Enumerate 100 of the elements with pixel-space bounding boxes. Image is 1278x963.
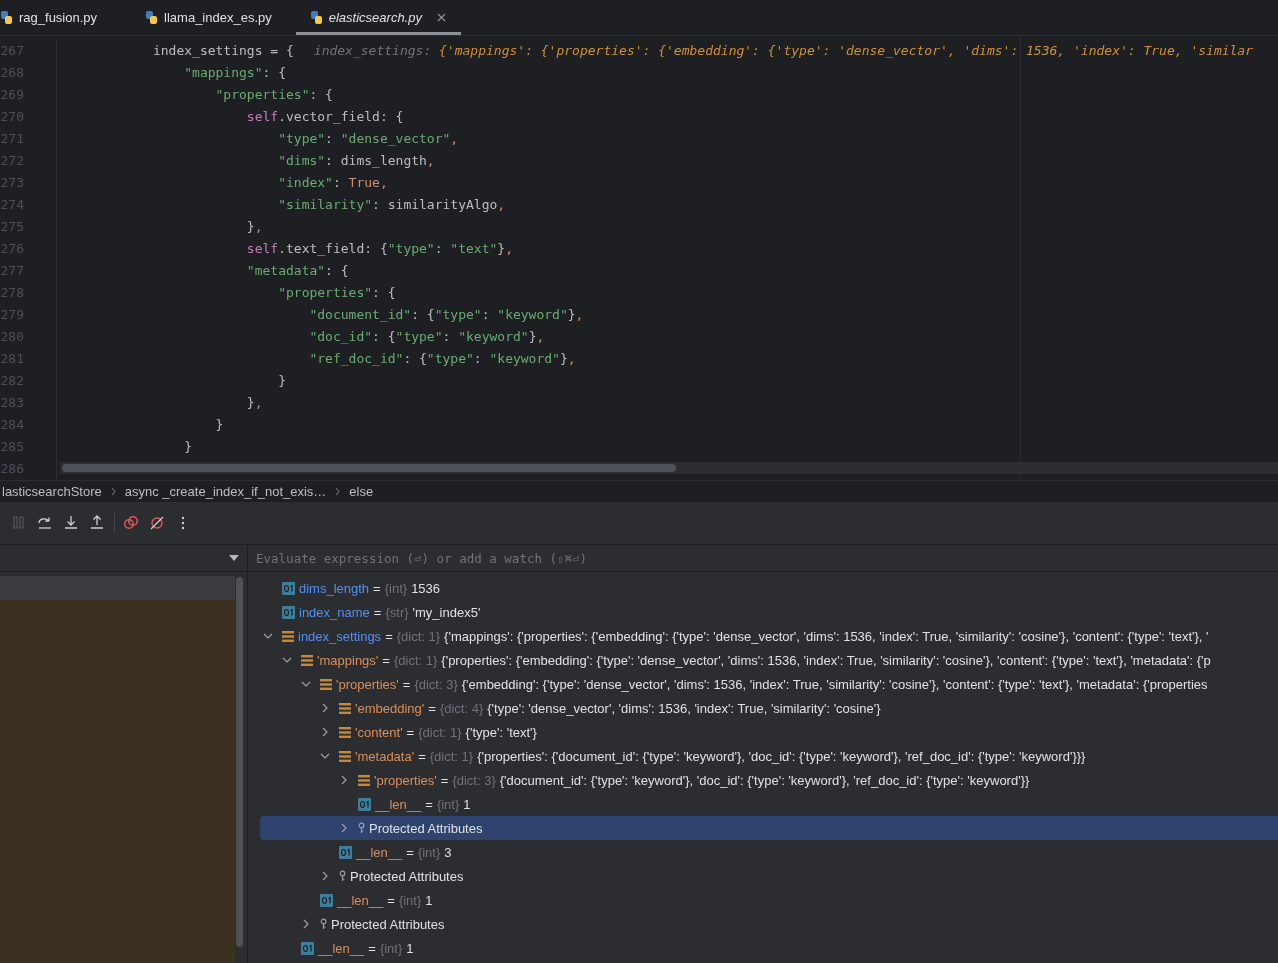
step-over-icon [37, 515, 53, 531]
variable-row[interactable]: Protected Attributes [260, 864, 1278, 888]
file-tab[interactable]: llama_index_es.py [131, 0, 286, 35]
code-line: self.vector_field: { [245, 108, 404, 126]
variable-value: {'type': 'dense_vector', 'dims': 1536, 'index': True, 'similarity': 'cosine'} [487, 700, 881, 716]
variable-type: {int} [398, 892, 422, 908]
chevron-icon[interactable] [339, 823, 349, 833]
variable-row[interactable]: dims_length = {int} 1536 [260, 576, 1278, 600]
list-icon [301, 653, 313, 667]
variable-icon [301, 941, 314, 955]
variable-row[interactable]: index_name = {str} 'my_index5' [260, 600, 1278, 624]
code-line: } [183, 438, 193, 456]
step-into-icon [63, 515, 79, 531]
code-line: self.text_field: {"type": "text"}, [245, 240, 513, 258]
code-line: index_settings = { [151, 42, 294, 60]
step-out-icon [89, 515, 105, 531]
variable-row[interactable]: Protected Attributes [260, 912, 1278, 936]
scroll-bar[interactable] [62, 464, 676, 472]
list-icon [339, 701, 351, 715]
list-icon [358, 773, 370, 787]
variable-value: 1 [463, 796, 471, 812]
close-icon[interactable] [435, 12, 447, 23]
list-icon [282, 629, 294, 643]
variable-value: 'my_index5' [412, 604, 481, 620]
group-label: Protected Attributes [369, 820, 483, 836]
chevron-icon[interactable] [320, 727, 330, 737]
chevron-icon[interactable] [320, 751, 330, 761]
variable-name: 'content' [355, 724, 403, 740]
variable-type: {int} [384, 580, 408, 596]
equals-sign: = [373, 580, 381, 596]
code-line: "index": True, [277, 174, 388, 192]
group-label: Protected Attributes [350, 868, 464, 884]
variable-type: {dict: 3} [452, 772, 496, 788]
equals-sign: = [385, 628, 393, 644]
variable-type: {int} [379, 940, 403, 956]
variable-name: __len__ [356, 844, 403, 860]
pause-icon [11, 515, 27, 531]
variable-row[interactable]: 'properties' = {dict: 3} {'document_id': {'type': 'keyword'}, 'doc_id': {'type': 'keyword'}, 'ref_doc_id': {'type': 'keyword'}} [260, 768, 1278, 792]
variable-row[interactable]: Protected Attributes [260, 816, 1278, 840]
variable-value: {'properties': {'document_id': {'type': 'keyword'}, 'doc_id': {'type': 'keyword'}, 'ref_doc_id': {'type': 'keyword'}}} [477, 748, 1086, 764]
group-label: Protected Attributes [331, 916, 445, 932]
variable-row[interactable]: 'mappings' = {dict: 1} {'properties': {'embedding': {'type': 'dense_vector', 'dims': 1536, 'index': True, 'similarity': 'cosine'}, 'content': {'type': 'text'}, 'metadata': {'p [260, 648, 1278, 672]
code-line: "properties": { [214, 86, 333, 104]
breadcrumb[interactable]: async _create_index_if_not_exis… [124, 483, 327, 499]
list-icon [339, 749, 351, 763]
code-line: "ref_doc_id": {"type": "keyword"}, [308, 350, 576, 368]
chevron-icon[interactable] [320, 871, 330, 881]
variable-row[interactable]: 'content' = {dict: 1} {'type': 'text'} [260, 720, 1278, 744]
variable-row[interactable]: __len__ = {int} 1 [260, 936, 1278, 960]
variable-name: __len__ [337, 892, 384, 908]
variable-row[interactable]: __len__ = {int} 3 [260, 840, 1278, 864]
variable-row[interactable]: 'properties' = {dict: 3} {'embedding': {'type': 'dense_vector', 'dims': 1536, 'index': True, 'similarity': 'cosine'}, 'content': {'type': 'text'}, 'metadata': {'properties [260, 672, 1278, 696]
chevron-icon[interactable] [301, 679, 311, 689]
chevron-icon[interactable] [301, 919, 311, 929]
evaluate-field[interactable]: Evaluate expression (⏎) or add a watch (⇧⌘⏎) [248, 544, 1278, 572]
variable-name: dims_length [299, 580, 370, 596]
equals-sign: = [402, 676, 411, 692]
equals-sign: = [406, 724, 415, 740]
variable-type: {dict: 3} [414, 676, 458, 692]
code-line: "properties": { [277, 284, 396, 302]
code-line: "document_id": {"type": "keyword"}, [308, 306, 584, 324]
variable-icon [358, 797, 371, 811]
variable-row[interactable]: __len__ = {int} 1 [260, 792, 1278, 816]
code-line: "similarity": similarityAlgo, [277, 196, 506, 214]
variable-type: {dict: 4} [439, 700, 484, 716]
variable-value: {'document_id': {'type': 'keyword'}, 'doc_id': {'type': 'keyword'}, 'ref_doc_id': {'type': 'keyword'}} [499, 772, 1030, 788]
variable-row[interactable]: 'metadata' = {dict: 1} {'properties': {'document_id': {'type': 'keyword'}, 'doc_id': {'type': 'keyword'}, 'ref_doc_id': {'type': 'keyword'}}} [260, 744, 1278, 768]
scroll-bar[interactable] [236, 577, 243, 947]
variable-value: {'properties': {'embedding': {'type': 'dense_vector', 'dims': 1536, 'index': True, 'similarity': 'cosine'}, 'content': {'type': 'text'}, 'metadata': {'p [441, 652, 1211, 668]
variable-row[interactable]: index_settings = {dict: 1} {'mappings': {'properties': {'embedding': {'type': 'dense_vector', 'dims': 1536, 'index': True, 'similarity': 'cosine'}, 'content': {'type': 'text'}, ' [260, 624, 1278, 648]
variable-value: {'mappings': {'properties': {'embedding': {'type': 'dense_vector', 'dims': 1536, 'index': True, 'similarity': 'cosine'}, 'content': {'type': 'text'}, ' [444, 628, 1209, 644]
equals-sign: = [406, 844, 414, 860]
chevron-icon[interactable] [263, 631, 273, 641]
inlay-hint-label: index_settings: [313, 42, 433, 60]
code-line: }, [245, 394, 263, 412]
variable-value: 3 [444, 844, 452, 860]
python-file-icon [0, 11, 13, 24]
equals-sign: = [418, 748, 426, 764]
key-icon [339, 870, 346, 882]
list-icon [339, 725, 351, 739]
variable-icon [282, 605, 295, 619]
variable-row[interactable]: __len__ = {int} 1 [260, 888, 1278, 912]
breadcrumb[interactable]: else [349, 483, 374, 499]
inlay-hint-value: {'mappings': {'properties': {'embedding': {'type': 'dense_vector', 'dims': 1536, 'index': True, 'similar [439, 42, 1254, 60]
variable-row[interactable]: 'embedding' = {dict: 4} {'type': 'dense_vector', 'dims': 1536, 'index': True, 'similarity': 'cosine'} [260, 696, 1278, 720]
breakpoints-icon [123, 515, 139, 531]
key-icon [358, 822, 365, 834]
breadcrumb[interactable]: lasticsearchStore [2, 483, 102, 499]
equals-sign: = [382, 652, 390, 668]
chevron-icon[interactable] [282, 655, 292, 665]
variable-type: {int} [436, 796, 460, 812]
file-tab[interactable]: rag_fusion.py [0, 0, 112, 35]
chevron-icon[interactable] [320, 703, 330, 713]
list-icon [320, 677, 332, 691]
chevron-icon[interactable] [339, 775, 349, 785]
variable-value: 1536 [411, 580, 441, 596]
key-icon [320, 918, 327, 930]
variable-name: 'properties' [336, 676, 399, 692]
equals-sign: = [425, 796, 433, 812]
equals-sign: = [440, 772, 449, 788]
